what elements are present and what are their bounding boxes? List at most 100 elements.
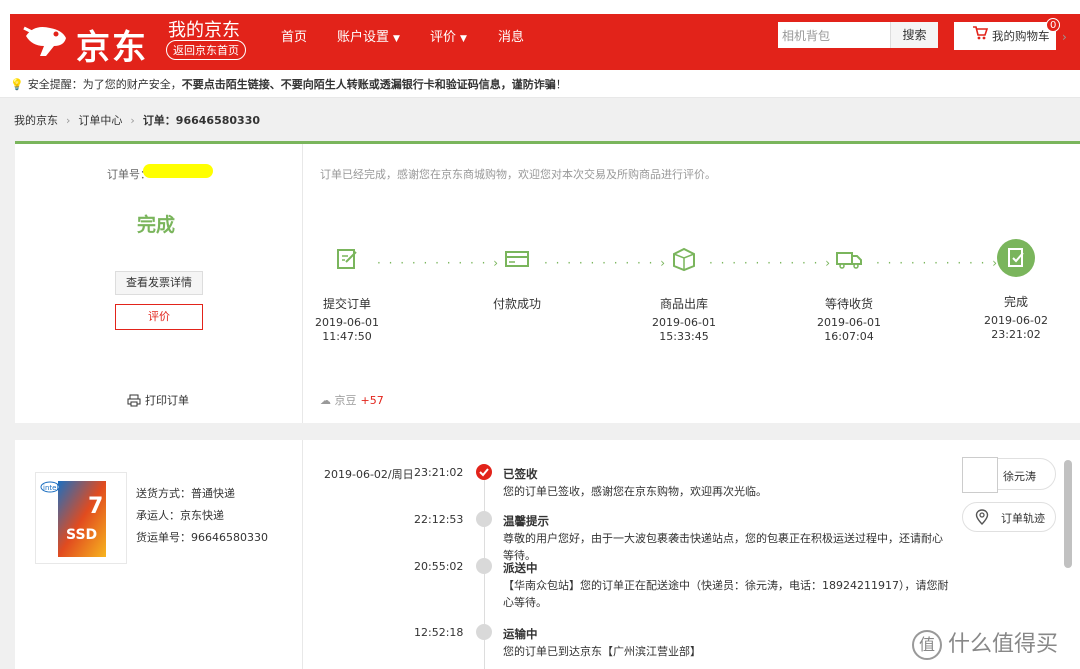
security-notice: 💡 安全提醒：为了您的财产安全，不要点击陌生链接、不要向陌生人转账或透漏银行卡和验… — [0, 70, 1080, 98]
step-time: 11:47:50 — [322, 330, 372, 343]
step-date: 2019-06-01 — [817, 316, 881, 329]
search-button[interactable]: 搜索 — [890, 22, 938, 48]
done-icon — [997, 239, 1035, 277]
shipping-info: SSD 7 intel 送货方式：普通快递 承运人：京东快递 货运单号：9664… — [15, 440, 303, 669]
jd-beans-value: +57 — [360, 394, 384, 407]
step-date: 2019-06-01 — [652, 316, 716, 329]
event-desc: 您的订单已签收，感谢您在京东购物，欢迎再次光临。 — [503, 485, 767, 498]
top-header: 京东 我的京东 返回京东首页 首页 账户设置 ▼ 评价 ▼ 消息 相机背包 搜索 我… — [0, 0, 1080, 70]
step-time: 15:33:45 — [659, 330, 709, 343]
logo-text: 京东 — [76, 28, 148, 68]
courier-avatar — [962, 457, 998, 493]
watermark-text: 什么值得买 — [948, 632, 1059, 657]
step-date: 2019-06-02 — [984, 314, 1048, 327]
step-name: 付款成功 — [492, 297, 541, 311]
order-track-label: 订单轨迹 — [1001, 512, 1045, 525]
printer-icon — [127, 394, 141, 407]
timeline-dot-icon — [476, 624, 492, 640]
cart-button[interactable]: 我的购物车 — [954, 22, 1056, 50]
step-name: 商品出库 — [659, 297, 708, 311]
event-title: 已签收 — [503, 467, 538, 481]
bean-icon: ☁ — [320, 394, 331, 407]
jd-dog-icon — [23, 26, 66, 56]
order-status-text: 完成 — [137, 214, 176, 236]
jd-logo[interactable]: 京东 — [20, 14, 160, 68]
nav-account-settings[interactable]: 账户设置 ▼ — [337, 26, 400, 45]
location-pin-icon — [975, 509, 989, 525]
truck-icon — [836, 252, 862, 269]
step-date: 2019-06-01 — [315, 316, 379, 329]
search-input[interactable]: 相机背包 — [778, 22, 890, 48]
nav-account-label: 账户设置 — [337, 30, 390, 45]
product-image[interactable]: SSD 7 intel — [35, 472, 127, 564]
breadcrumb: 我的京东 › 订单中心 › 订单：96646580330 — [14, 112, 260, 128]
event-title: 温馨提示 — [503, 514, 549, 528]
svg-text:intel: intel — [43, 484, 58, 492]
svg-text:7: 7 — [88, 494, 103, 519]
waybill-number: 货运单号：96646580330 — [136, 531, 268, 544]
breadcrumb-current: 订单：96646580330 — [142, 114, 261, 127]
chevron-down-icon: ▼ — [460, 34, 467, 44]
nav-review-label: 评价 — [430, 30, 457, 45]
timeline-dot-icon — [476, 511, 492, 527]
svg-text:SSD: SSD — [66, 527, 97, 543]
back-home-link[interactable]: 返回京东首页 — [166, 40, 246, 60]
jd-beans: ☁ 京豆 +57 — [320, 392, 384, 408]
box-icon — [673, 247, 695, 272]
event-desc: 【华南众包站】您的订单正在配送途中（快递员：徐元涛，电话：18924211917… — [503, 579, 949, 609]
nav-home[interactable]: 首页 — [281, 26, 307, 45]
my-jd-title[interactable]: 我的京东 — [168, 16, 240, 42]
order-progress: 订单已经完成，感谢您在京东商城购物，欢迎您对本次交易及所购商品进行评价。 提交订… — [304, 144, 1080, 423]
timeline-dot-icon — [476, 558, 492, 574]
timeline-date: 2019-06-02/周日 — [324, 468, 414, 481]
nav-messages[interactable]: 消息 — [498, 26, 524, 45]
event-title: 派送中 — [503, 561, 538, 575]
jd-beans-label: 京豆 — [334, 394, 357, 407]
nav-review[interactable]: 评价 ▼ — [430, 26, 467, 45]
step-name: 等待收货 — [824, 297, 873, 311]
watermark: 值什么值得买 — [912, 626, 1080, 662]
step-payment: 付款成功 — [472, 244, 562, 312]
print-order-button[interactable]: 打印订单 — [127, 392, 189, 408]
step-name: 完成 — [1003, 295, 1028, 309]
step-time: 16:07:04 — [824, 330, 874, 343]
cart-label: 我的购物车 — [992, 29, 1050, 43]
order-status-panel: 订单号： 完成 查看发票详情 评价 打印订单 订单已经完成，感谢您在京东商城购物… — [15, 141, 1080, 423]
logistics-timeline: 2019-06-02/周日 23:21:02 已签收 您的订单已签收，感谢您在京… — [304, 440, 954, 669]
print-order-label: 打印订单 — [145, 394, 189, 407]
event-desc: 您的订单已到达京东【广州滨江营业部】 — [503, 645, 701, 658]
notice-warning: 不要点击陌生链接、不要向陌生人转账或透漏银行卡和验证码信息，谨防诈骗 — [181, 78, 556, 91]
event-desc: 尊敬的用户您好，由于一大波包裹袭击快递站点，您的包裹正在积极运送过程中，还请耐心… — [503, 532, 943, 562]
card-icon — [505, 251, 529, 267]
chevron-right-icon: › — [130, 114, 135, 127]
order-summary: 订单号： 完成 查看发票详情 评价 打印订单 — [15, 144, 303, 423]
chevron-right-icon: › — [1062, 30, 1067, 44]
event-time: 22:12:53 — [414, 513, 464, 526]
event-title: 运输中 — [503, 627, 538, 641]
review-button[interactable]: 评价 — [115, 304, 203, 330]
view-invoice-button[interactable]: 查看发票详情 — [115, 271, 203, 295]
intel-ssd-box-image: SSD 7 intel — [40, 481, 106, 557]
lightbulb-icon: 💡 — [10, 78, 24, 91]
shipping-method: 送货方式：普通快递 — [136, 487, 235, 500]
breadcrumb-my-jd[interactable]: 我的京东 — [14, 114, 58, 127]
notice-prefix: 安全提醒：为了您的财产安全， — [27, 78, 182, 91]
smzdm-logo-icon: 值 — [912, 630, 942, 660]
event-time: 23:21:02 — [414, 466, 464, 479]
event-time: 20:55:02 — [414, 560, 464, 573]
step-name: 提交订单 — [322, 297, 371, 311]
breadcrumb-order-center[interactable]: 订单中心 — [78, 114, 122, 127]
shipping-carrier: 承运人：京东快递 — [136, 509, 224, 522]
order-done-message: 订单已经完成，感谢您在京东商城购物，欢迎您对本次交易及所购商品进行评价。 — [320, 168, 716, 181]
chevron-down-icon: ▼ — [393, 34, 400, 44]
order-track-button[interactable]: 订单轨迹 — [962, 502, 1056, 532]
chevron-right-icon: › — [66, 114, 71, 127]
notice-suffix: ！ — [555, 78, 567, 91]
courier-card[interactable]: 徐元涛 — [962, 457, 1056, 493]
courier-name: 徐元涛 — [1003, 470, 1036, 483]
step-completed: 完成 2019-06-02 23:21:02 — [971, 239, 1061, 342]
check-icon — [476, 464, 492, 480]
scrollbar[interactable] — [1064, 460, 1072, 568]
event-time: 12:52:18 — [414, 626, 464, 639]
step-time: 23:21:02 — [991, 328, 1041, 341]
